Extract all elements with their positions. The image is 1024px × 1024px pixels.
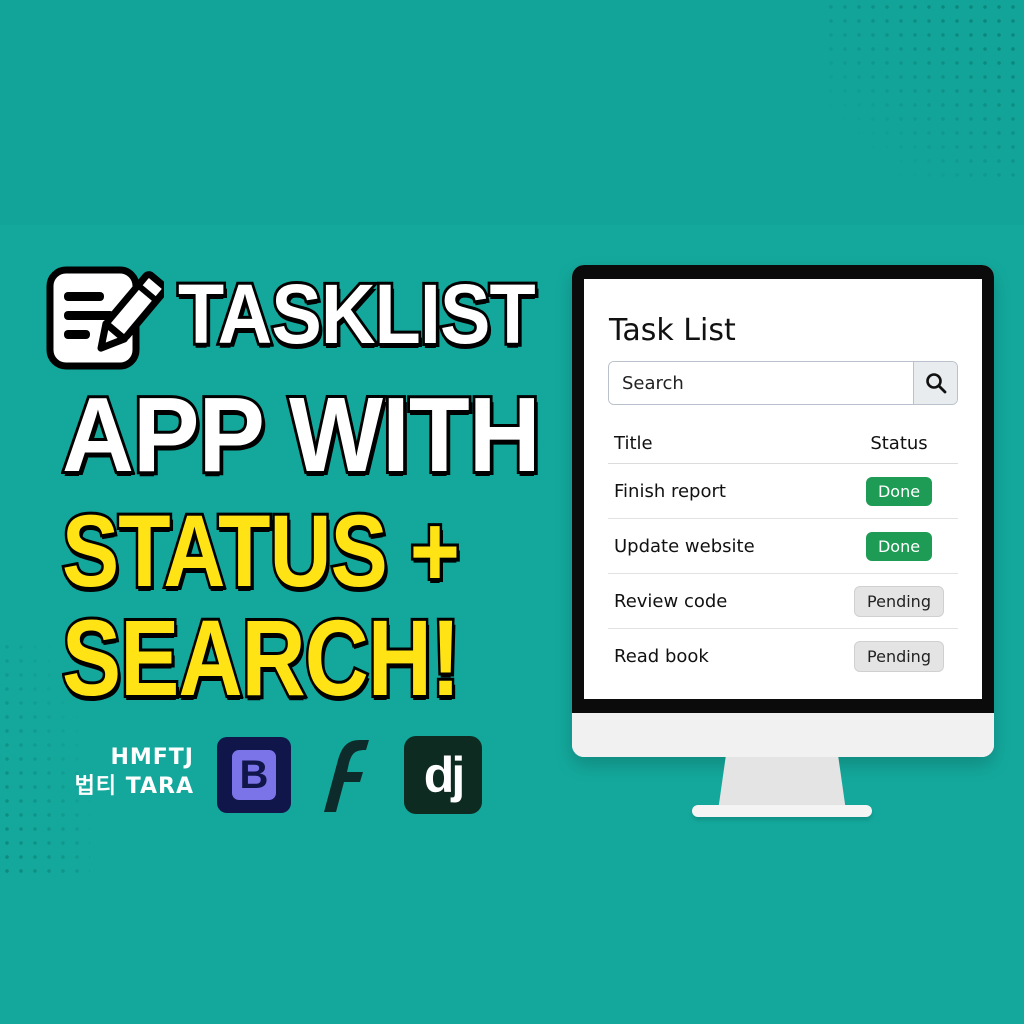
status-badge: Pending <box>854 585 944 617</box>
bootstrap-letter: B <box>232 750 276 800</box>
search-input[interactable] <box>609 362 913 404</box>
django-text: dj <box>423 747 465 803</box>
table-row[interactable]: Finish report Done <box>608 463 958 519</box>
task-title: Review code <box>608 573 840 629</box>
table-row[interactable]: Update website Done <box>608 518 958 574</box>
task-title: Finish report <box>608 463 840 519</box>
monitor-chin <box>572 713 994 757</box>
flutter-logo <box>324 740 369 812</box>
status-badge: Done <box>865 531 933 561</box>
monitor-stand-foot <box>692 805 872 817</box>
notepad-pencil-icon <box>46 266 164 370</box>
headline-line-1: TASKLIST <box>175 267 538 361</box>
search-button[interactable] <box>913 362 957 404</box>
headline-line-3: STATUS + <box>59 494 462 608</box>
column-header-title: Title <box>608 423 840 464</box>
monitor-stand-neck <box>718 757 846 811</box>
column-header-status: Status <box>840 423 958 464</box>
table-header-row: Title Status <box>608 423 958 464</box>
monitor-bezel: Task List Title Status <box>572 265 994 713</box>
search-group <box>608 361 958 405</box>
table-row[interactable]: Review code Pending <box>608 573 958 629</box>
headline-line-4: SEARCH! <box>60 597 463 718</box>
search-icon <box>925 373 946 394</box>
author-credit: HMFTJ 법티 TARA <box>64 743 194 801</box>
table-row[interactable]: Read book Pending <box>608 629 958 684</box>
headline-line-2: APP WITH <box>59 376 543 494</box>
task-table: Title Status Finish report Done Update w… <box>608 423 958 683</box>
credit-line-2: 법티 TARA <box>74 774 194 799</box>
task-title: Read book <box>614 645 709 667</box>
credit-line-1: HMFTJ <box>110 745 194 770</box>
monitor: Task List Title Status <box>572 265 994 757</box>
status-badge: Pending <box>854 640 944 672</box>
app-screen: Task List Title Status <box>584 279 982 699</box>
dot-pattern-top-right <box>824 0 1024 180</box>
bootstrap-logo: B <box>217 737 291 813</box>
page-title: Task List <box>609 313 736 348</box>
task-title: Update website <box>608 518 840 574</box>
django-logo: dj <box>404 736 482 814</box>
status-badge: Done <box>865 476 933 506</box>
